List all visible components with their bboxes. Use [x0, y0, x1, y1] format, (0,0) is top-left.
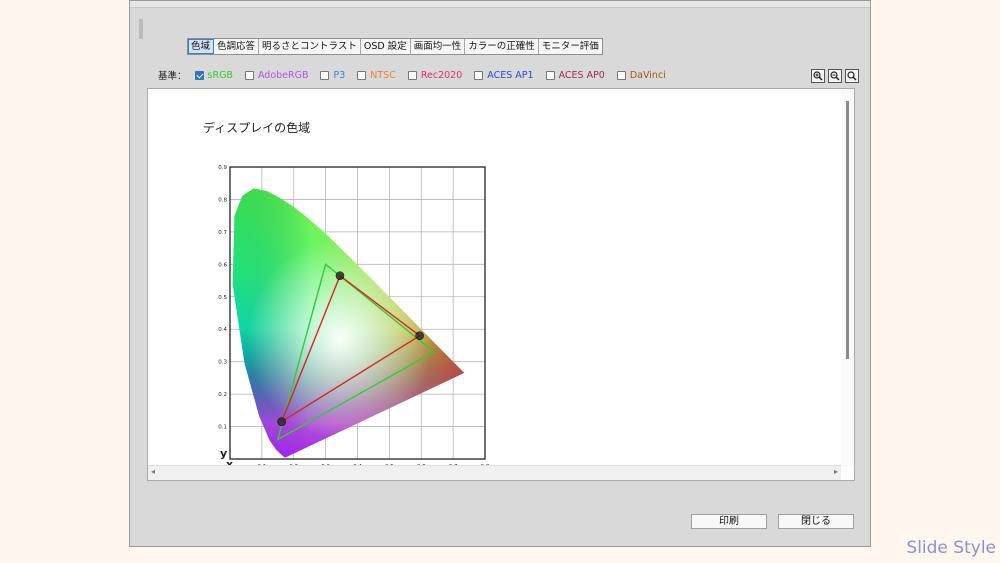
- chromaticity-chart-container: 0.10.20.30.40.50.60.70.80.10.20.30.40.50…: [210, 159, 500, 473]
- reference-option-label: AdobeRGB: [257, 69, 309, 81]
- zoom-out-button[interactable]: [828, 69, 842, 83]
- reference-option-label: sRGB: [207, 69, 233, 81]
- zoom-in-icon: [813, 71, 823, 81]
- reference-option[interactable]: P3: [320, 70, 345, 81]
- display-primary-point: [415, 331, 424, 341]
- zoom-reset-button[interactable]: [845, 69, 859, 83]
- title-strip: [130, 1, 870, 8]
- vertical-scrollbar[interactable]: [841, 89, 854, 467]
- tab-bar: 色域 色調応答 明るさとコントラスト OSD 設定 画面均一性 カラーの正確性 …: [187, 38, 603, 55]
- y-tick-label: 0.5: [218, 295, 227, 301]
- y-tick-label: 0.2: [218, 392, 227, 398]
- y-tick-label: 0.3: [218, 360, 227, 366]
- display-primary-point: [277, 417, 286, 426]
- reference-option[interactable]: AdobeRGB: [244, 69, 309, 81]
- y-tick-label: 0.7: [218, 230, 227, 236]
- y-tick-label: 0.8: [218, 197, 227, 203]
- print-button[interactable]: 印刷: [691, 514, 767, 529]
- reference-option-label: P3: [333, 69, 346, 81]
- reference-checkbox[interactable]: [474, 70, 484, 80]
- reference-option-label: Rec2020: [420, 69, 463, 81]
- window-edge-mark: [139, 19, 143, 39]
- chromaticity-chart: 0.10.20.30.40.50.60.70.80.10.20.30.40.50…: [218, 165, 490, 471]
- reference-option[interactable]: ACES AP0: [545, 69, 605, 81]
- horizontal-scrollbar[interactable]: ◂ ▸: [148, 465, 841, 480]
- y-tick-label: 0.4: [218, 327, 227, 333]
- watermark-text: Slide Style: [906, 538, 996, 558]
- reference-option-label: ACES AP1: [487, 69, 534, 81]
- zoom-out-icon: [830, 71, 840, 81]
- reference-option[interactable]: DaVinci: [616, 69, 666, 81]
- reference-bar: 基準： sRGB AdobeRGB P3 NTSC Rec2020 ACES AP1 ACE…: [158, 67, 678, 83]
- reference-checkbox[interactable]: [244, 70, 254, 80]
- zoom-toolbar: [811, 69, 859, 83]
- reference-checkbox[interactable]: [320, 70, 330, 80]
- zoom-in-button[interactable]: [811, 69, 825, 83]
- reference-option[interactable]: sRGB: [194, 69, 233, 81]
- vertical-scroll-thumb[interactable]: [846, 101, 849, 359]
- reference-option-label: DaVinci: [629, 69, 666, 81]
- gamut-panel: ディスプレイの色域 0.1 0.2 0.3 0.4 0.5 0.6 0.7 0.…: [147, 88, 855, 481]
- reference-checkbox[interactable]: [357, 70, 367, 80]
- magnifier-icon: [847, 71, 857, 81]
- spectral-locus-fill: [232, 188, 465, 458]
- close-button[interactable]: 閉じる: [778, 514, 854, 529]
- reference-checkbox[interactable]: [194, 70, 204, 80]
- tab-osd-settings[interactable]: OSD 設定: [360, 39, 411, 54]
- reference-option[interactable]: ACES AP1: [474, 69, 534, 81]
- tab-tone-response[interactable]: 色調応答: [214, 39, 260, 54]
- tab-uniformity[interactable]: 画面均一性: [410, 39, 466, 54]
- scroll-right-icon[interactable]: ▸: [834, 467, 838, 476]
- reference-option-label: ACES AP0: [558, 69, 605, 81]
- y-tick-label: 0.1: [218, 425, 227, 431]
- reference-label: 基準：: [158, 71, 187, 82]
- tab-color-accuracy[interactable]: カラーの正確性: [465, 39, 539, 54]
- panel-title: ディスプレイの色域: [203, 121, 311, 135]
- scroll-left-icon[interactable]: ◂: [151, 467, 155, 476]
- reference-option[interactable]: Rec2020: [407, 69, 463, 81]
- tab-monitor-rating[interactable]: モニター評価: [538, 39, 602, 54]
- y-tick-label: 0.6: [218, 262, 227, 268]
- reference-option-label: NTSC: [370, 69, 396, 81]
- reference-option[interactable]: NTSC: [357, 70, 396, 81]
- tab-brightness-contrast[interactable]: 明るさとコントラスト: [259, 39, 361, 54]
- reference-checkbox[interactable]: [616, 70, 626, 80]
- display-primary-point: [335, 271, 345, 280]
- tab-color-gamut[interactable]: 色域: [188, 39, 215, 54]
- reference-checkbox[interactable]: [545, 70, 555, 80]
- reference-checkbox[interactable]: [407, 70, 417, 80]
- y-tick-label: 0.9: [218, 165, 227, 171]
